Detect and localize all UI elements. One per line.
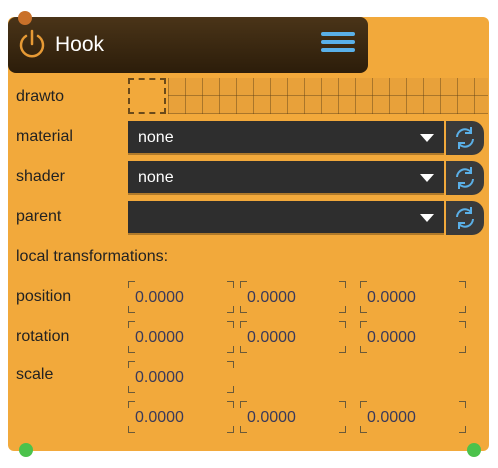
refresh-icon — [456, 167, 474, 189]
scale-y-field[interactable]: 0.0000 — [240, 401, 346, 433]
chevron-down-icon — [420, 174, 434, 182]
scale-x-value: 0.0000 — [135, 409, 184, 426]
label-shader: shader — [16, 168, 65, 185]
position-y-value: 0.0000 — [247, 289, 296, 306]
label-drawto: drawto — [16, 88, 65, 105]
shader-value: none — [138, 169, 174, 186]
material-refresh-button[interactable] — [446, 121, 484, 155]
rotation-x-value: 0.0000 — [135, 329, 184, 346]
rotation-y-value: 0.0000 — [247, 329, 296, 346]
chevron-down-icon — [420, 214, 434, 222]
shader-refresh-button[interactable] — [446, 161, 484, 195]
material-value: none — [138, 129, 174, 146]
label-scale: scale — [16, 366, 54, 383]
scale-z-value: 0.0000 — [367, 409, 416, 426]
chevron-down-icon — [420, 134, 434, 142]
local-transformations-heading: local transformations: — [16, 248, 169, 265]
position-z-field[interactable]: 0.0000 — [360, 281, 466, 313]
scale-z-field[interactable]: 0.0000 — [360, 401, 466, 433]
rotation-z-value: 0.0000 — [367, 329, 416, 346]
rotation-z-field[interactable]: 0.0000 — [360, 321, 466, 353]
refresh-icon — [456, 127, 474, 149]
scale-x-field[interactable]: 0.0000 — [128, 401, 234, 433]
drawto-selector[interactable] — [128, 78, 488, 114]
scale-uniform-value: 0.0000 — [135, 369, 184, 386]
scale-uniform-field[interactable]: 0.0000 — [128, 361, 234, 393]
position-x-value: 0.0000 — [135, 289, 184, 306]
position-z-value: 0.0000 — [367, 289, 416, 306]
output-port-right[interactable] — [467, 443, 481, 457]
position-y-field[interactable]: 0.0000 — [240, 281, 346, 313]
hamburger-menu-icon[interactable] — [321, 32, 355, 58]
drawto-cells[interactable] — [168, 78, 488, 114]
power-icon[interactable] — [16, 28, 48, 60]
parent-select[interactable] — [128, 201, 444, 235]
label-position: position — [16, 288, 72, 305]
label-parent: parent — [16, 208, 62, 225]
position-x-field[interactable]: 0.0000 — [128, 281, 234, 313]
rotation-y-field[interactable]: 0.0000 — [240, 321, 346, 353]
rotation-x-field[interactable]: 0.0000 — [128, 321, 234, 353]
drawto-selected-cell[interactable] — [128, 78, 166, 114]
node-title: Hook — [55, 33, 105, 56]
material-select[interactable]: none — [128, 121, 444, 155]
parent-refresh-button[interactable] — [446, 201, 484, 235]
refresh-icon — [456, 207, 474, 229]
label-rotation: rotation — [16, 328, 70, 345]
shader-select[interactable]: none — [128, 161, 444, 195]
input-port[interactable] — [18, 11, 32, 25]
output-port-left[interactable] — [19, 443, 33, 457]
scale-y-value: 0.0000 — [247, 409, 296, 426]
label-material: material — [16, 128, 73, 145]
